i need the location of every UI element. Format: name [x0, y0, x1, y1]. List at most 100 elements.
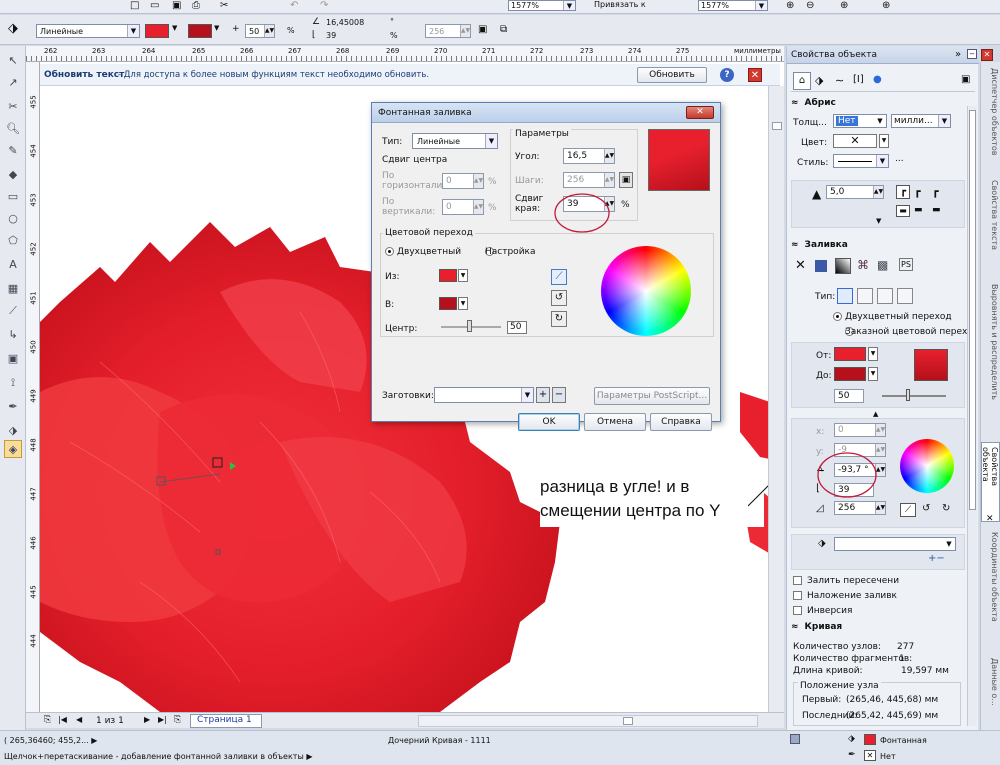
angle-value[interactable]: 16,45008	[326, 18, 364, 27]
help-icon[interactable]: ?	[720, 68, 734, 82]
fill-steps-input[interactable]: 256 ▲▼	[834, 501, 886, 515]
pick-tool-icon[interactable]: ↖	[4, 52, 22, 70]
remove-preset-icon[interactable]: −	[552, 387, 566, 403]
horizontal-ruler[interactable]: 262 263 264 265 266 267 268 269 270 271 …	[26, 46, 784, 62]
side-tab-data[interactable]: Данные о...	[983, 658, 999, 714]
curve-tab-icon[interactable]: ∼	[835, 74, 844, 87]
conical-type-icon[interactable]	[877, 288, 893, 304]
panel-vscroll-thumb[interactable]	[969, 110, 976, 510]
zoom-tool-icon[interactable]: 🔍︎	[4, 120, 22, 138]
smart-fill-icon[interactable]: ◆	[4, 166, 22, 184]
mid-input[interactable]: 50	[834, 389, 864, 403]
ellipse-tool-icon[interactable]: ○	[4, 210, 22, 228]
table-tool-icon[interactable]: ▦	[4, 280, 22, 298]
side-tab-text-properties[interactable]: Свойства текста	[983, 180, 999, 276]
vert-input[interactable]: 0 ▲▼	[442, 199, 484, 215]
two-color-radio[interactable]	[385, 247, 394, 256]
overprint-fill-checkbox[interactable]	[793, 591, 802, 600]
outline-more-icon[interactable]: ...	[895, 154, 904, 164]
fill-status-swatch[interactable]	[864, 734, 876, 745]
zoom-page-icon[interactable]: ⊕	[882, 0, 890, 11]
zoom-select-2[interactable]: 1577% ▼	[698, 0, 768, 11]
page-add-icon[interactable]: ⎘	[44, 715, 51, 725]
panel-options-icon[interactable]: ▣	[961, 74, 970, 85]
to-color-swatch[interactable]	[439, 297, 457, 310]
rectangle-tool-icon[interactable]: ▭	[4, 188, 22, 206]
fill-picker-icon[interactable]: ⬗	[818, 538, 826, 549]
mid-slider[interactable]	[882, 395, 946, 397]
fill-header[interactable]: ≈ Заливка	[791, 240, 848, 250]
from-color-dropdown[interactable]: ▼	[868, 347, 878, 361]
to-color-swatch[interactable]	[188, 24, 212, 38]
redo-icon[interactable]: ↷	[320, 0, 328, 11]
freehand-tool-icon[interactable]: ✎	[4, 142, 22, 160]
color-mgmt-icon[interactable]	[790, 734, 800, 744]
direct-blend-icon[interactable]: ⟋	[900, 503, 916, 517]
no-fill-icon[interactable]: ✕	[795, 258, 806, 273]
page-tab[interactable]: Страница 1	[190, 714, 262, 728]
uniform-fill-icon[interactable]	[815, 260, 827, 272]
fill-color-wheel[interactable]	[900, 439, 954, 493]
panel-close-icon[interactable]: ✕	[981, 49, 993, 61]
first-page-icon[interactable]: |◀	[58, 715, 67, 724]
lock-icon[interactable]: ▣	[478, 24, 487, 35]
outline-status-swatch[interactable]: ✕	[864, 750, 876, 761]
fountain-fill-icon[interactable]	[835, 258, 851, 274]
ccw-blend-icon[interactable]: ↺	[922, 503, 930, 514]
postscript-button[interactable]: Параметры PostScript...	[594, 387, 710, 405]
ok-button[interactable]: OK	[518, 413, 580, 431]
next-page-icon[interactable]: ▶	[144, 715, 150, 724]
side-tab-coordinates[interactable]: Координаты объекта	[983, 532, 999, 652]
panel-expand-icon[interactable]: »	[955, 49, 961, 60]
web-tab-icon[interactable]: ●	[873, 74, 882, 85]
fill-tab-icon[interactable]: ⬗	[815, 74, 823, 87]
cw-blend-icon[interactable]: ↻	[551, 311, 567, 327]
cap-round-icon[interactable]: ▬	[914, 205, 923, 215]
update-button[interactable]: Обновить	[637, 67, 707, 83]
miter-input[interactable]: 5,0 ▲▼	[826, 185, 884, 199]
outline-width-select[interactable]: Нет ▼	[833, 114, 887, 128]
type-select[interactable]: Линейные ▼	[412, 133, 498, 149]
vertical-ruler[interactable]: 455 454 453 452 451 450 449 448 447 446 …	[26, 62, 40, 712]
mid-slider-thumb[interactable]	[906, 389, 910, 401]
color-wheel[interactable]	[601, 246, 691, 336]
outline-header[interactable]: ≈ Абрис	[791, 98, 836, 108]
copy-fill-icon[interactable]: ⧉	[500, 24, 507, 35]
ccw-blend-icon[interactable]: ↺	[551, 290, 567, 306]
direct-blend-icon[interactable]: ⟋	[551, 269, 567, 285]
curve-header[interactable]: ≈ Кривая	[791, 622, 842, 632]
to-color-dropdown[interactable]: ▼	[214, 24, 219, 32]
steps-input[interactable]: 256 ▲▼	[563, 172, 615, 188]
two-color-radio[interactable]	[833, 312, 842, 321]
x-input[interactable]: 0 ▲▼	[834, 423, 886, 437]
linear-type-icon[interactable]	[837, 288, 853, 304]
expand-more-icon[interactable]: ▼	[876, 217, 881, 225]
close-icon[interactable]: ✕	[748, 68, 762, 82]
to-color-dropdown[interactable]: ▼	[458, 297, 468, 310]
expand-up-icon[interactable]: ▲	[873, 410, 878, 418]
dimension-tool-icon[interactable]: ⟋	[4, 302, 22, 320]
text-tool-icon[interactable]: A	[4, 256, 22, 274]
fill-intersection-checkbox[interactable]	[793, 576, 802, 585]
from-color-swatch[interactable]	[834, 347, 866, 361]
from-color-swatch[interactable]	[145, 24, 169, 38]
pattern-fill-icon[interactable]: ⌘	[857, 258, 869, 272]
dialog-close-icon[interactable]: ✕	[686, 106, 714, 119]
steps-lock-icon[interactable]: ▣	[619, 172, 633, 188]
canvas-vscroll[interactable]	[768, 86, 784, 712]
prev-page-icon[interactable]: ◀	[76, 715, 82, 724]
fill-type-select[interactable]: Линейные ▼	[36, 24, 140, 38]
undo-icon[interactable]: ↶	[290, 0, 298, 11]
interactive-fill-icon[interactable]: ◈	[4, 440, 22, 458]
zoom-in-icon[interactable]: ⊕	[786, 0, 794, 11]
connector-tool-icon[interactable]: ↳	[4, 326, 22, 344]
outline-tab-icon[interactable]: ⌂	[793, 72, 811, 90]
fill-tool-icon[interactable]: ⬗	[4, 422, 22, 440]
center-slider-thumb[interactable]	[467, 320, 472, 332]
cut-icon[interactable]: ✂	[220, 0, 228, 11]
outline-style-select[interactable]: ▼	[833, 154, 889, 168]
horiz-input[interactable]: 0 ▲▼	[442, 173, 484, 189]
open-icon[interactable]: ▭	[150, 0, 159, 11]
canvas-hscroll[interactable]	[418, 715, 758, 727]
midpoint-input[interactable]: 50 ▲▼	[245, 24, 275, 38]
